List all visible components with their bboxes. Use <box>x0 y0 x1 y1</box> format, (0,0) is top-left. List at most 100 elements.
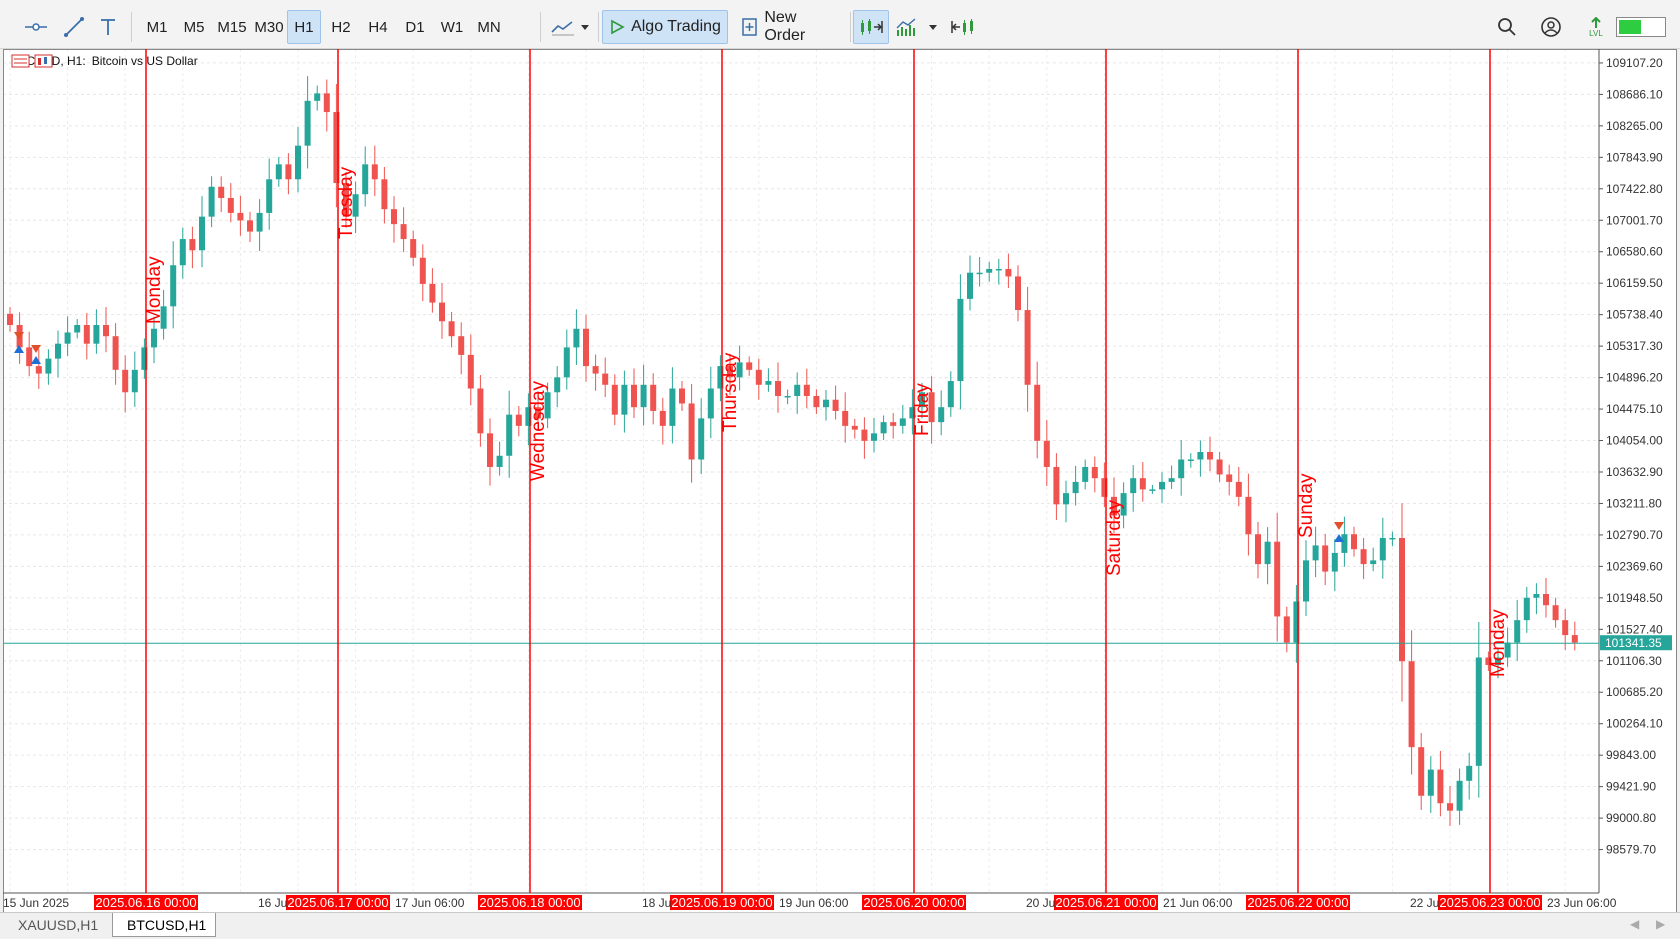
level-badge[interactable]: LVL <box>1578 10 1614 44</box>
timeframe-h4[interactable]: H4 <box>361 10 395 44</box>
day-marker-date-label: 2025.06.23 00:00 <box>1439 895 1540 910</box>
candle <box>640 364 647 426</box>
price-tick-label: 101948.50 <box>1606 591 1663 605</box>
chart-type-dropdown[interactable] <box>548 10 594 44</box>
candle <box>64 316 71 357</box>
candle <box>93 309 100 354</box>
candle <box>861 417 868 459</box>
candle <box>573 309 580 365</box>
tab-btcusd[interactable]: BTCUSD,H1 <box>112 913 216 937</box>
candle <box>1168 465 1175 490</box>
candle-body <box>621 384 628 415</box>
text-tool-icon[interactable] <box>93 10 123 44</box>
auto-scroll-icon[interactable] <box>853 10 889 44</box>
day-marker-label: Saturday <box>1104 499 1125 576</box>
timeframe-m15[interactable]: M15 <box>213 10 251 44</box>
candle-body <box>1562 620 1569 636</box>
candle <box>496 441 503 476</box>
day-markers: Monday 2025.06.16 00:00 Tuesday 2025.06.17 … <box>94 49 1542 910</box>
candle-body <box>554 377 561 393</box>
chart-area[interactable]: Monday 2025.06.16 00:00 Tuesday 2025.06.17 … <box>3 49 1677 913</box>
candle <box>506 390 513 478</box>
candle <box>1024 286 1031 412</box>
price-tick-label: 107422.80 <box>1606 182 1663 196</box>
candle-body <box>1091 466 1098 479</box>
timeframe-h1[interactable]: H1 <box>287 10 321 44</box>
timeframe-h2[interactable]: H2 <box>324 10 358 44</box>
candle-body <box>765 381 772 385</box>
timeframe-m30[interactable]: M30 <box>250 10 288 44</box>
candle <box>794 372 801 414</box>
search-icon[interactable] <box>1490 10 1524 44</box>
candle-body <box>55 343 61 359</box>
candle <box>170 241 177 329</box>
timeframe-d1[interactable]: D1 <box>398 10 432 44</box>
tab-scroll-left-icon[interactable]: ◀ <box>1630 917 1639 931</box>
timeframe-mn[interactable]: MN <box>472 10 506 44</box>
candle <box>103 307 109 353</box>
indicators-icon <box>896 18 937 36</box>
candle-body <box>266 179 273 213</box>
candle-body <box>362 164 369 195</box>
candle-body <box>112 336 119 370</box>
timeframe-w1[interactable]: W1 <box>435 10 469 44</box>
chart-shift-icon[interactable] <box>944 10 980 44</box>
candle <box>1379 517 1386 579</box>
candle <box>938 390 945 436</box>
candle-body <box>275 164 282 180</box>
candle <box>775 362 781 413</box>
candle <box>295 126 301 193</box>
new-order-button[interactable]: New Order <box>734 9 846 44</box>
algo-trading-button[interactable]: Algo Trading <box>602 10 728 44</box>
candle <box>1043 419 1050 487</box>
candle-body <box>45 358 52 374</box>
candle-body <box>304 100 311 146</box>
crosshair-line-icon[interactable] <box>16 10 56 44</box>
candle <box>650 373 657 425</box>
tab-xauusd[interactable]: XAUUSD,H1 <box>4 913 112 937</box>
candle-body <box>1523 597 1530 621</box>
candle <box>1207 436 1213 472</box>
timeframe-m5[interactable]: M5 <box>177 10 211 44</box>
candle-body <box>74 325 81 333</box>
tab-scroll-right-icon[interactable]: ▶ <box>1656 917 1665 931</box>
candle <box>55 330 61 378</box>
candle-body <box>1370 560 1377 565</box>
time-tick-label: 21 Jun 06:00 <box>1163 896 1233 910</box>
candle-body <box>1389 537 1396 540</box>
candle-body <box>880 422 887 434</box>
candle-body <box>1197 452 1204 460</box>
candle <box>1149 484 1156 494</box>
day-marker-date-label: 2025.06.19 00:00 <box>671 895 772 910</box>
candle-body <box>1283 616 1290 643</box>
candle-body <box>1571 635 1578 643</box>
candle-body <box>199 216 205 251</box>
candle-body <box>247 220 253 232</box>
price-tick-label: 101527.40 <box>1606 622 1663 636</box>
candle-body <box>439 302 445 322</box>
timeframe-m1[interactable]: M1 <box>140 10 174 44</box>
candle <box>314 85 321 111</box>
candle-body <box>323 93 330 113</box>
candle-body <box>400 224 407 240</box>
candle-body <box>1331 552 1338 572</box>
candle-body <box>381 179 388 210</box>
account-icon[interactable] <box>1534 10 1568 44</box>
day-marker: Friday 2025.06.20 00:00 <box>862 49 966 910</box>
candle <box>1475 622 1482 798</box>
candle <box>631 368 637 419</box>
candle-body <box>93 325 100 344</box>
price-tick-label: 99843.00 <box>1606 748 1656 762</box>
candle-body <box>151 328 157 348</box>
candle-body <box>314 93 321 101</box>
candle <box>679 381 685 411</box>
candle-body <box>611 384 618 415</box>
candle-body <box>189 239 196 251</box>
candle-body <box>707 388 714 419</box>
candle <box>458 322 465 375</box>
indicators-dropdown[interactable] <box>894 10 940 44</box>
trendline-icon[interactable] <box>57 10 91 44</box>
price-chart[interactable]: Monday 2025.06.16 00:00 Tuesday 2025.06.17 … <box>3 49 1677 913</box>
day-marker-label: Monday <box>1488 609 1509 677</box>
price-tick-label: 102790.70 <box>1606 528 1663 542</box>
